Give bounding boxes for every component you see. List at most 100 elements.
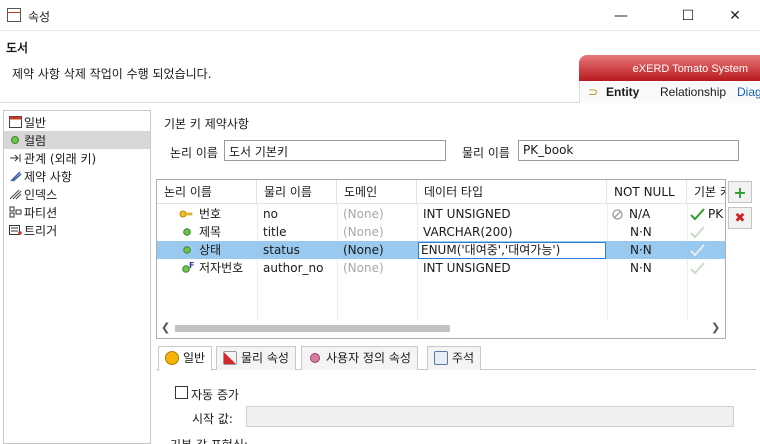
col-header-pk[interactable]: 기본 키 — [687, 180, 725, 204]
cell-type[interactable]: INT UNSIGNED — [423, 259, 511, 277]
cell-pk[interactable]: PK — [708, 205, 723, 223]
window-title: 속성 — [28, 10, 51, 24]
default-expression-label: 기본 값 표현식: — [170, 436, 248, 444]
scroll-right-icon[interactable]: ❯ — [711, 321, 720, 334]
logo-tab-diagram: Diag — [737, 85, 760, 99]
sidebar-nav: 일반 컬럼 관계 (외래 키) 제약 사항 인덱스 파티션 트리거 — [3, 110, 151, 444]
sidebar-item-column[interactable]: 컬럼 — [4, 131, 150, 149]
sidebar-item-label: 제약 사항 — [24, 169, 72, 184]
col-header-physical[interactable]: 물리 이름 — [257, 180, 337, 204]
dialog-header: 도서 제약 사항 삭제 작업이 수행 되었습니다. eXERD Tomato S… — [0, 31, 760, 103]
constraint-icon — [10, 171, 22, 182]
disabled-icon — [612, 209, 623, 220]
cell-type[interactable]: INT UNSIGNED — [423, 205, 511, 223]
sidebar-item-label: 일반 — [24, 115, 47, 130]
cell-physical[interactable]: no — [263, 205, 278, 223]
cell-domain[interactable]: (None) — [343, 205, 384, 223]
col-header-notnull[interactable]: NOT NULL — [607, 180, 687, 204]
status-message: 제약 사항 삭제 작업이 수행 되었습니다. — [12, 67, 212, 81]
close-button[interactable]: ✕ — [712, 0, 758, 31]
sidebar-item-general[interactable]: 일반 — [4, 113, 150, 131]
fk-icon: F — [182, 261, 194, 273]
logo-bar: eXERD Tomato System — [579, 55, 760, 81]
cell-logical[interactable]: 상태 — [199, 241, 221, 259]
window-titlebar: 속성 — ☐ ✕ — [0, 0, 760, 31]
svg-text:F: F — [189, 261, 194, 270]
sidebar-item-partition[interactable]: 파티션 — [4, 203, 150, 221]
cell-logical[interactable]: 저자번호 — [199, 259, 243, 277]
logo-text: eXERD Tomato System — [632, 63, 748, 75]
cell-notnull[interactable]: N·N — [630, 241, 652, 259]
col-header-type[interactable]: 데이터 타입 — [417, 180, 607, 204]
physical-name-input[interactable]: PK_book — [518, 140, 739, 161]
logo-tab-relationship: Relationship — [660, 85, 727, 99]
check-light-icon — [690, 244, 705, 257]
logical-name-label: 논리 이름 — [170, 146, 218, 160]
sidebar-item-label: 트리거 — [24, 223, 58, 238]
minimize-button[interactable]: — — [598, 0, 644, 31]
column-icon — [11, 136, 19, 144]
general-icon — [9, 116, 22, 128]
scrollbar-thumb[interactable] — [175, 325, 450, 332]
app-icon — [7, 8, 21, 22]
table-row-selected[interactable]: 상태 status (None) ENUM('대여중','대여가능') N·N — [157, 241, 725, 259]
sidebar-item-constraint[interactable]: 제약 사항 — [4, 167, 150, 185]
sidebar-item-label: 관계 (외래 키) — [24, 151, 97, 166]
check-light-icon — [690, 226, 705, 239]
logo-tabs: ⊃ Entity Relationship Diag — [579, 81, 760, 103]
tab-general[interactable]: 일반 — [158, 346, 213, 371]
cell-type-editor[interactable]: ENUM('대여중','대여가능') — [418, 242, 606, 259]
add-column-button[interactable]: + — [728, 181, 752, 203]
cell-type[interactable]: VARCHAR(200) — [423, 223, 513, 241]
auto-increment-label: 자동 증가 — [191, 388, 239, 402]
table-header: 논리 이름 물리 이름 도메인 데이터 타입 NOT NULL 기본 키 — [157, 180, 725, 204]
tab-custom[interactable]: 사용자 정의 속성 — [301, 346, 418, 370]
cell-domain[interactable]: (None) — [343, 223, 384, 241]
physical-name-label: 물리 이름 — [462, 146, 510, 160]
index-icon — [9, 189, 22, 200]
remove-column-button[interactable]: ✖ — [728, 207, 752, 229]
col-header-logical[interactable]: 논리 이름 — [157, 180, 257, 204]
cell-notnull[interactable]: N·N — [630, 223, 652, 241]
col-header-domain[interactable]: 도메인 — [337, 180, 417, 204]
sidebar-item-relation[interactable]: 관계 (외래 키) — [4, 149, 150, 167]
tab-label: 주석 — [452, 351, 475, 365]
tab-comment[interactable]: 주석 — [427, 346, 482, 370]
tab-label: 사용자 정의 속성 — [326, 351, 411, 365]
trigger-icon — [9, 225, 22, 235]
logo-tab-entity: Entity — [606, 85, 640, 99]
tab-physical[interactable]: 물리 속성 — [216, 346, 296, 370]
sidebar-item-index[interactable]: 인덱스 — [4, 185, 150, 203]
cell-physical[interactable]: title — [263, 223, 286, 241]
general-tab-icon — [165, 351, 179, 365]
cell-notnull[interactable]: N·N — [630, 259, 652, 277]
table-row[interactable]: F 저자번호 author_no (None) INT UNSIGNED N·N — [157, 259, 725, 277]
cell-domain[interactable]: (None) — [343, 259, 384, 277]
physical-tab-icon — [223, 351, 237, 365]
cell-logical[interactable]: 번호 — [199, 205, 221, 223]
table-row[interactable]: 번호 no (None) INT UNSIGNED N/A PK — [157, 205, 725, 223]
horizontal-scrollbar[interactable]: ❮ ❯ — [157, 320, 725, 338]
column-table: 논리 이름 물리 이름 도메인 데이터 타입 NOT NULL 기본 키 번호 … — [156, 179, 726, 339]
table-row[interactable]: 제목 title (None) VARCHAR(200) N·N — [157, 223, 725, 241]
cell-domain[interactable]: (None) — [343, 241, 384, 259]
cell-physical[interactable]: author_no — [263, 259, 324, 277]
cell-physical[interactable]: status — [263, 241, 300, 259]
entity-icon: ⊃ — [588, 85, 599, 99]
start-value-input[interactable] — [246, 406, 734, 427]
comment-tab-icon — [434, 351, 448, 365]
dot-icon — [183, 246, 191, 254]
detail-tabbar: 일반 물리 속성 사용자 정의 속성 주석 — [156, 344, 756, 371]
auto-increment-checkbox[interactable] — [175, 386, 188, 399]
dot-icon — [183, 228, 191, 236]
cell-notnull[interactable]: N/A — [629, 205, 650, 223]
sidebar-item-trigger[interactable]: 트리거 — [4, 221, 150, 239]
pk-group-title: 기본 키 제약사항 — [164, 117, 249, 131]
logical-name-input[interactable]: 도서 기본키 — [224, 140, 446, 161]
exerd-logo: eXERD Tomato System ⊃ Entity Relationshi… — [579, 55, 760, 103]
scroll-left-icon[interactable]: ❮ — [161, 321, 170, 334]
sidebar-item-label: 인덱스 — [24, 187, 58, 202]
entity-title: 도서 — [6, 41, 29, 55]
maximize-button[interactable]: ☐ — [665, 0, 711, 31]
cell-logical[interactable]: 제목 — [199, 223, 221, 241]
